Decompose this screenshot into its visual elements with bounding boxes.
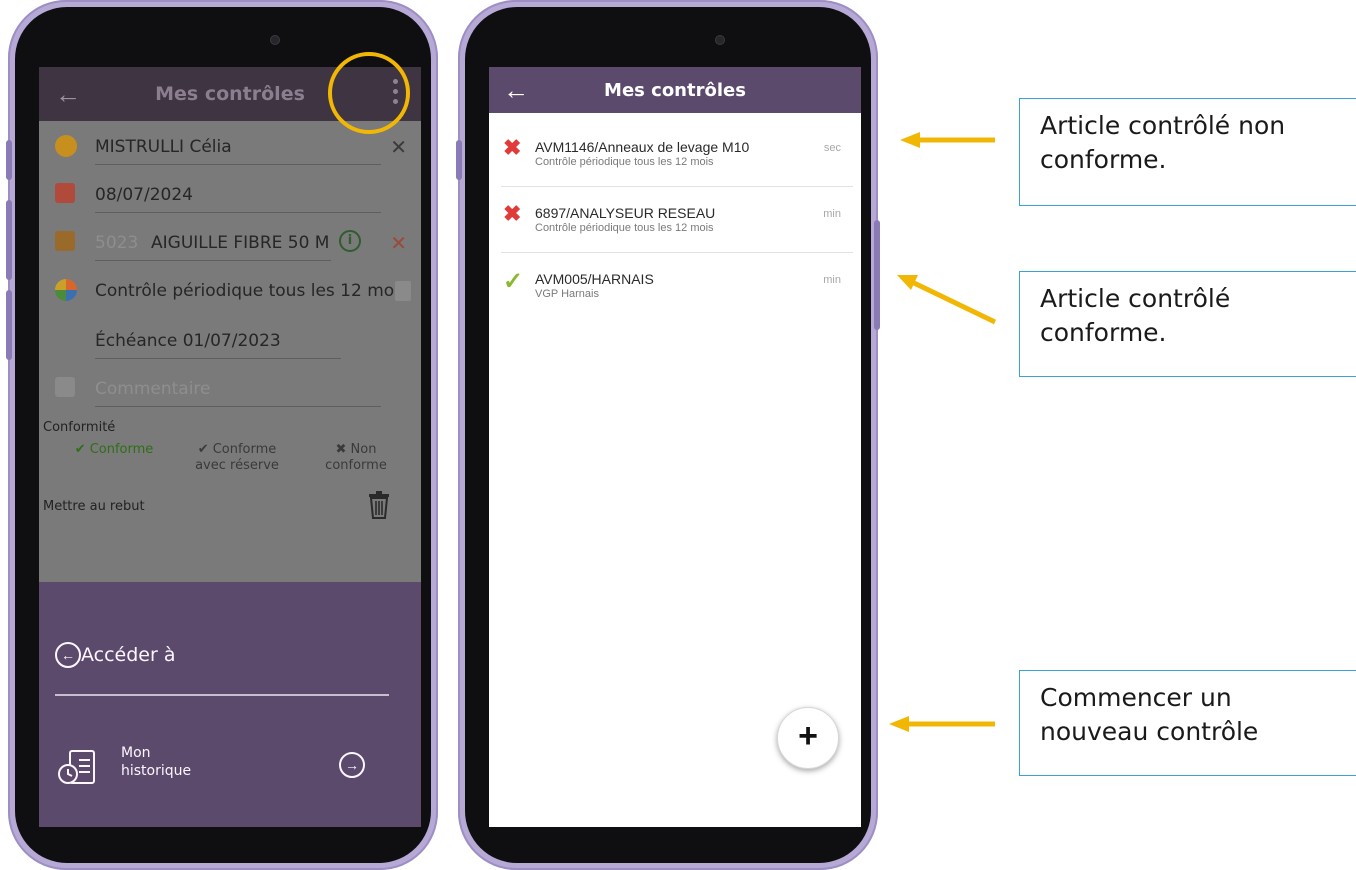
callout-text: conforme. bbox=[1040, 145, 1167, 174]
callout-conforme: Article contrôlé conforme. bbox=[1019, 271, 1356, 377]
callout-new-control: Commencer un nouveau contrôle bbox=[1019, 670, 1356, 776]
callout-text: contrôlé bbox=[1128, 284, 1231, 313]
callout-text: Article bbox=[1040, 284, 1121, 313]
arrow-head bbox=[889, 716, 909, 732]
callout-text: Article contrôlé non bbox=[1040, 111, 1286, 140]
callout-text: un bbox=[1200, 683, 1232, 712]
callout-line: Article contrôlé bbox=[1040, 282, 1356, 316]
arrow-line bbox=[910, 279, 997, 325]
callout-text: conforme. bbox=[1040, 318, 1167, 347]
callout-line: Commencer un bbox=[1040, 681, 1356, 715]
arrow-head bbox=[900, 132, 920, 148]
callout-non-conforme: Article contrôlé non conforme. bbox=[1019, 98, 1356, 206]
callout-text: Commencer bbox=[1040, 683, 1193, 712]
callout-text: nouveau contrôle bbox=[1040, 717, 1259, 746]
